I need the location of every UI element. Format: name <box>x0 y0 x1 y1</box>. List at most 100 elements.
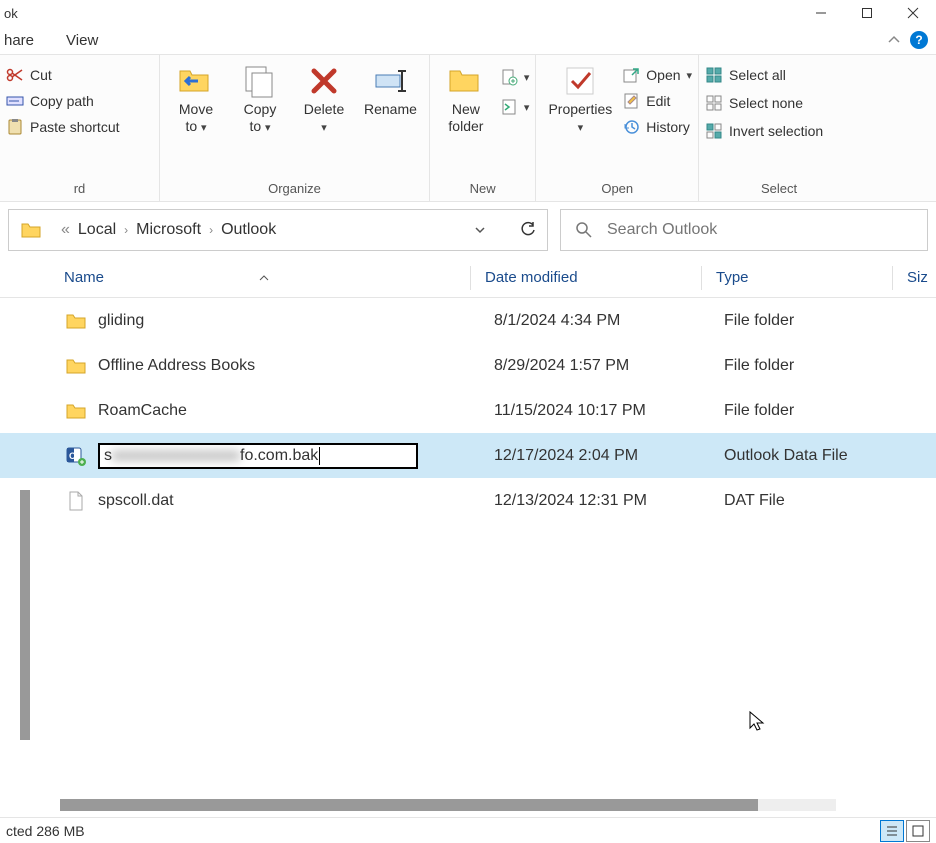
details-view-button[interactable] <box>880 820 904 842</box>
new-item-button[interactable]: ▾ <box>500 65 530 89</box>
select-all-button[interactable]: Select all <box>705 63 823 87</box>
new-group-label: New <box>436 177 530 199</box>
horizontal-scrollbar[interactable] <box>60 799 836 811</box>
copy-path-button[interactable]: Copy path <box>6 89 94 113</box>
delete-button[interactable]: Delete▾ <box>294 59 354 139</box>
move-to-icon <box>178 63 214 99</box>
rename-button[interactable]: Rename <box>358 59 423 122</box>
checkmark-icon <box>562 63 598 99</box>
search-input[interactable] <box>607 221 913 239</box>
file-name: spscoll.dat <box>98 492 174 510</box>
file-date: 12/17/2024 2:04 PM <box>494 447 724 465</box>
search-box[interactable] <box>560 209 928 251</box>
select-none-button[interactable]: Select none <box>705 91 823 115</box>
cut-button[interactable]: Cut <box>6 63 52 87</box>
column-size[interactable]: Siz <box>893 269 936 286</box>
nav-scrollbar[interactable] <box>20 490 30 740</box>
sort-icon <box>258 272 270 284</box>
file-date: 8/1/2024 4:34 PM <box>494 312 724 330</box>
file-row[interactable]: Osxxxxxxxxxxxxxxxxfo.com.bak 12/17/2024 2… <box>0 433 936 478</box>
history-button[interactable]: History <box>622 115 692 139</box>
copy-path-label: Copy path <box>30 93 94 109</box>
invert-icon <box>705 122 723 140</box>
open-group-label: Open <box>542 177 692 199</box>
copy-to-button[interactable]: Copy to ▾ <box>230 59 290 139</box>
copy-to-icon <box>242 63 278 99</box>
select-all-icon <box>705 66 723 84</box>
breadcrumb-local[interactable]: Local <box>78 221 116 239</box>
chevron-down-icon[interactable] <box>473 223 487 237</box>
file-type: File folder <box>724 312 914 330</box>
close-button[interactable] <box>890 0 936 26</box>
file-row[interactable]: spscoll.dat 12/13/2024 12:31 PMDAT File <box>0 478 936 523</box>
paste-shortcut-button[interactable]: Paste shortcut <box>6 115 120 139</box>
column-name[interactable]: Name <box>64 269 470 286</box>
properties-button[interactable]: Properties▾ <box>542 59 618 139</box>
status-text: cted 286 MB <box>6 823 85 839</box>
cut-label: Cut <box>30 67 52 83</box>
select-none-icon <box>705 94 723 112</box>
paste-shortcut-label: Paste shortcut <box>30 119 120 135</box>
file-date: 8/29/2024 1:57 PM <box>494 357 724 375</box>
file-row[interactable]: gliding 8/1/2024 4:34 PMFile folder <box>0 298 936 343</box>
address-bar[interactable]: « Local › Microsoft › Outlook <box>8 209 548 251</box>
file-type: DAT File <box>724 492 914 510</box>
refresh-icon[interactable] <box>519 221 537 239</box>
open-icon <box>622 66 640 84</box>
invert-selection-button[interactable]: Invert selection <box>705 119 823 143</box>
file-icon <box>64 489 88 513</box>
folder-icon <box>64 399 88 423</box>
move-to-button[interactable]: Move to ▾ <box>166 59 226 139</box>
file-type: File folder <box>724 357 914 375</box>
maximize-button[interactable] <box>844 0 890 26</box>
new-folder-button[interactable]: New folder <box>436 59 496 139</box>
cursor-icon <box>748 710 768 734</box>
folder-icon <box>64 309 88 333</box>
file-name: gliding <box>98 312 144 330</box>
file-row[interactable]: RoamCache 11/15/2024 10:17 PMFile folder <box>0 388 936 433</box>
file-type: File folder <box>724 402 914 420</box>
file-row[interactable]: Offline Address Books8/29/2024 1:57 PMFi… <box>0 343 936 388</box>
collapse-ribbon-icon[interactable] <box>886 32 902 48</box>
file-date: 12/13/2024 12:31 PM <box>494 492 724 510</box>
file-list: gliding8/1/2024 4:34 PMFile folderOfflin… <box>0 298 936 523</box>
scissors-icon <box>6 66 24 84</box>
easy-access-button[interactable]: ▾ <box>500 95 530 119</box>
delete-icon <box>306 63 342 99</box>
open-button[interactable]: Open ▾ <box>622 63 692 87</box>
rename-input[interactable]: sxxxxxxxxxxxxxxxxfo.com.bak <box>98 443 418 469</box>
file-name: RoamCache <box>98 402 187 420</box>
folder-icon <box>448 63 484 99</box>
folder-icon <box>19 218 43 242</box>
search-icon <box>575 221 593 239</box>
history-icon <box>622 118 640 136</box>
column-date[interactable]: Date modified <box>471 269 701 286</box>
minimize-button[interactable] <box>798 0 844 26</box>
chevron-right-icon: › <box>124 223 128 237</box>
breadcrumb-microsoft[interactable]: Microsoft <box>136 221 201 239</box>
ribbon: Cut Copy path Paste shortcut rd Move to … <box>0 54 936 202</box>
file-date: 11/15/2024 10:17 PM <box>494 402 724 420</box>
clipboard-group-label: rd <box>6 177 153 199</box>
thumbnails-view-button[interactable] <box>906 820 930 842</box>
status-bar: cted 286 MB <box>0 817 936 843</box>
window-title: ok <box>4 6 18 21</box>
titlebar: ok <box>0 0 936 26</box>
file-type: Outlook Data File <box>724 447 914 465</box>
tab-share[interactable]: hare <box>4 32 34 49</box>
breadcrumb-prefix: « <box>61 221 70 239</box>
select-group-label: Select <box>705 177 853 199</box>
ost-icon: O <box>64 444 88 468</box>
edit-icon <box>622 92 640 110</box>
column-headers: Name Date modified Type Siz <box>0 258 936 298</box>
tab-view[interactable]: View <box>66 32 98 49</box>
clipboard-icon <box>6 118 24 136</box>
help-icon[interactable]: ? <box>910 31 928 49</box>
svg-text:O: O <box>69 451 76 461</box>
edit-button[interactable]: Edit <box>622 89 692 113</box>
path-icon <box>6 92 24 110</box>
column-type[interactable]: Type <box>702 269 892 286</box>
chevron-right-icon: › <box>209 223 213 237</box>
breadcrumb-outlook[interactable]: Outlook <box>221 221 276 239</box>
ribbon-tabs: hare View ? <box>0 26 936 54</box>
